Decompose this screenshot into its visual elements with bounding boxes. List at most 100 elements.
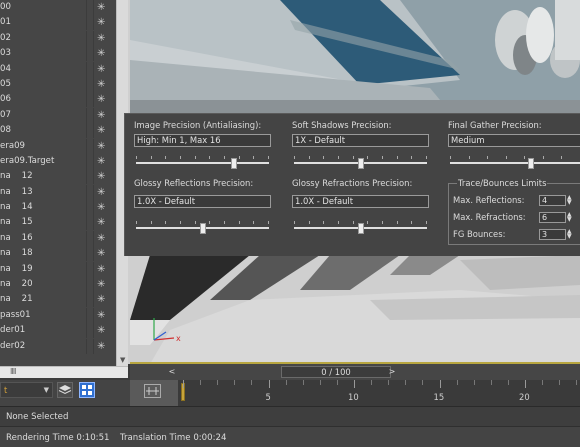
final-gather-slider-knob[interactable]	[528, 158, 534, 169]
list-item[interactable]: era09.Target ✳	[0, 153, 116, 169]
visibility-toggle[interactable]	[86, 46, 94, 62]
list-item[interactable]: 00 ✳	[0, 0, 116, 15]
list-item[interactable]: 01 ✳	[0, 15, 116, 31]
freeze-icon[interactable]: ✳	[97, 200, 105, 215]
fg-bounces-spinner[interactable]: 3 ▲ ▼	[539, 229, 574, 240]
freeze-icon[interactable]: ✳	[97, 339, 105, 354]
freeze-icon[interactable]: ✳	[97, 31, 105, 46]
final-gather-slider[interactable]	[450, 156, 580, 170]
list-item[interactable]: na 21 ✳	[0, 292, 116, 308]
max-reflections-value[interactable]: 4	[539, 195, 566, 206]
freeze-icon[interactable]: ✳	[97, 123, 105, 138]
freeze-icon[interactable]: ✳	[97, 231, 105, 246]
list-item[interactable]: era09 ✳	[0, 138, 116, 154]
list-item[interactable]: na 15 ✳	[0, 215, 116, 231]
freeze-icon[interactable]: ✳	[97, 108, 105, 123]
fg-bounces-value[interactable]: 3	[539, 229, 566, 240]
list-item[interactable]: pass01 ✳	[0, 307, 116, 323]
scroll-thumb-grip[interactable]: IIII	[10, 367, 17, 376]
freeze-icon[interactable]: ✳	[97, 308, 105, 323]
glossy-reflections-slider-knob[interactable]	[200, 223, 206, 234]
spinner-arrows-icon[interactable]: ▲ ▼	[567, 229, 572, 240]
graphite-tools-button[interactable]	[79, 382, 95, 398]
visibility-toggle[interactable]	[86, 92, 94, 108]
max-refractions-spinner[interactable]: 6 ▲ ▼	[539, 212, 574, 223]
image-precision-dropdown[interactable]: High: Min 1, Max 16	[134, 134, 271, 147]
list-horizontal-scrollbar[interactable]: IIII	[0, 366, 128, 378]
image-precision-slider-knob[interactable]	[231, 158, 237, 169]
glossy-refractions-dropdown[interactable]: 1.0X - Default	[292, 195, 429, 208]
max-reflections-spinner[interactable]: 4 ▲ ▼	[539, 195, 574, 206]
visibility-toggle[interactable]	[86, 323, 94, 339]
list-item[interactable]: na 14 ✳	[0, 200, 116, 216]
time-slider-thumb[interactable]: 0 / 100	[281, 366, 391, 378]
list-item[interactable]: 02 ✳	[0, 30, 116, 46]
freeze-icon[interactable]: ✳	[97, 246, 105, 261]
visibility-toggle[interactable]	[86, 153, 94, 169]
visibility-toggle[interactable]	[86, 246, 94, 262]
layer-manager-button[interactable]	[57, 382, 73, 398]
freeze-icon[interactable]: ✳	[97, 277, 105, 292]
list-item[interactable]: 06 ✳	[0, 92, 116, 108]
scroll-down-arrow-icon[interactable]: ▼	[120, 356, 125, 364]
list-item[interactable]: 03 ✳	[0, 46, 116, 62]
list-item[interactable]: der02 ✳	[0, 338, 116, 354]
visibility-toggle[interactable]	[86, 292, 94, 308]
list-item[interactable]: na 18 ✳	[0, 246, 116, 262]
freeze-icon[interactable]: ✳	[97, 154, 105, 169]
freeze-icon[interactable]: ✳	[97, 15, 105, 30]
visibility-toggle[interactable]	[86, 277, 94, 293]
visibility-toggle[interactable]	[86, 138, 94, 154]
visibility-toggle[interactable]	[86, 230, 94, 246]
list-item[interactable]: na 12 ✳	[0, 169, 116, 185]
visibility-toggle[interactable]	[86, 215, 94, 231]
visibility-toggle[interactable]	[86, 107, 94, 123]
freeze-icon[interactable]: ✳	[97, 292, 105, 307]
visibility-toggle[interactable]	[86, 15, 94, 31]
list-item[interactable]: na 16 ✳	[0, 230, 116, 246]
freeze-icon[interactable]: ✳	[97, 62, 105, 77]
visibility-toggle[interactable]	[86, 338, 94, 354]
list-item[interactable]: der01 ✳	[0, 323, 116, 339]
glossy-reflections-dropdown[interactable]: 1.0X - Default	[134, 195, 271, 208]
final-gather-dropdown[interactable]: Medium	[448, 134, 580, 147]
image-precision-slider[interactable]	[136, 156, 269, 170]
visibility-toggle[interactable]	[86, 76, 94, 92]
glossy-refractions-slider-knob[interactable]	[358, 223, 364, 234]
freeze-icon[interactable]: ✳	[97, 185, 105, 200]
freeze-icon[interactable]: ✳	[97, 139, 105, 154]
visibility-toggle[interactable]	[86, 30, 94, 46]
list-item[interactable]: na 19 ✳	[0, 261, 116, 277]
visibility-toggle[interactable]	[86, 184, 94, 200]
freeze-icon[interactable]: ✳	[97, 169, 105, 184]
soft-shadows-dropdown[interactable]: 1X - Default	[292, 134, 429, 147]
selection-set-dropdown[interactable]: t ▼	[0, 382, 53, 398]
max-refractions-value[interactable]: 6	[539, 212, 566, 223]
visibility-toggle[interactable]	[86, 61, 94, 77]
list-item[interactable]: na 13 ✳	[0, 184, 116, 200]
visibility-toggle[interactable]	[86, 307, 94, 323]
glossy-refractions-slider[interactable]	[294, 221, 427, 235]
freeze-icon[interactable]: ✳	[97, 215, 105, 230]
freeze-icon[interactable]: ✳	[97, 262, 105, 277]
time-prev-button[interactable]: <	[166, 366, 178, 378]
list-item[interactable]: 05 ✳	[0, 76, 116, 92]
soft-shadows-slider[interactable]	[294, 156, 427, 170]
soft-shadows-slider-knob[interactable]	[358, 158, 364, 169]
freeze-icon[interactable]: ✳	[97, 323, 105, 338]
timeline-ruler[interactable]: 5 10 15 20	[178, 380, 580, 406]
freeze-icon[interactable]: ✳	[97, 46, 105, 61]
list-item[interactable]: na 20 ✳	[0, 277, 116, 293]
visibility-toggle[interactable]	[86, 123, 94, 139]
curve-editor-icon[interactable]	[144, 384, 161, 398]
freeze-icon[interactable]: ✳	[97, 0, 105, 15]
visibility-toggle[interactable]	[86, 0, 94, 15]
freeze-icon[interactable]: ✳	[97, 92, 105, 107]
list-item[interactable]: 08 ✳	[0, 123, 116, 139]
spinner-arrows-icon[interactable]: ▲ ▼	[567, 212, 572, 223]
visibility-toggle[interactable]	[86, 261, 94, 277]
freeze-icon[interactable]: ✳	[97, 77, 105, 92]
list-item[interactable]: 04 ✳	[0, 61, 116, 77]
time-next-button[interactable]: >	[386, 366, 398, 378]
glossy-reflections-slider[interactable]	[136, 221, 269, 235]
